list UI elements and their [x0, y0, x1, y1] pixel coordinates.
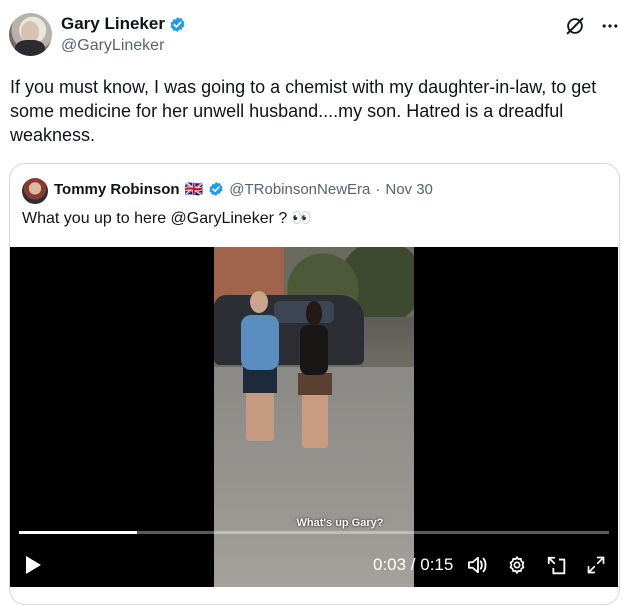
quote-handle[interactable]: @TRobinsonNewEra — [229, 181, 370, 198]
video-caption: What's up Gary? — [296, 517, 384, 529]
video-man-shirt — [241, 315, 279, 370]
quote-author-row: Tommy Robinson 🇬🇧 @TRobinsonNewEra · Nov… — [54, 180, 433, 199]
author-name-row[interactable]: Gary Lineker — [61, 14, 186, 34]
fullscreen-icon[interactable] — [586, 555, 606, 575]
grok-icon[interactable] — [564, 15, 586, 37]
video-woman-legs — [302, 393, 328, 448]
quote-separator: · — [375, 180, 381, 198]
picture-in-picture-icon[interactable] — [546, 555, 568, 577]
quote-author-name[interactable]: Tommy Robinson — [54, 181, 180, 198]
video-man-head — [250, 291, 268, 313]
tweet-text: If you must know, I was going to a chemi… — [10, 77, 597, 145]
more-options-icon[interactable] — [600, 16, 620, 36]
video-player[interactable]: What's up Gary? 0:03 / 0:15 — [10, 247, 618, 587]
play-icon[interactable] — [24, 555, 42, 575]
author-handle[interactable]: @GaryLineker — [61, 37, 164, 55]
author-name[interactable]: Gary Lineker — [61, 14, 165, 34]
video-woman-skirt — [298, 373, 332, 395]
avatar[interactable] — [9, 13, 52, 56]
video-man-legs — [246, 391, 274, 441]
video-progress-bar[interactable] — [19, 531, 609, 534]
uk-flag-icon: 🇬🇧 — [184, 181, 204, 198]
header-actions — [564, 15, 620, 37]
avatar-shirt — [15, 40, 45, 56]
quote-date[interactable]: Nov 30 — [385, 181, 433, 198]
video-frame — [214, 247, 414, 587]
verified-badge-icon — [209, 182, 223, 196]
settings-icon[interactable] — [507, 555, 527, 575]
video-car-window — [274, 301, 334, 323]
video-woman-head — [306, 301, 322, 325]
video-man-shorts — [243, 367, 277, 393]
volume-icon[interactable] — [467, 555, 489, 575]
video-woman-top — [300, 325, 328, 375]
video-controls: 0:03 / 0:15 — [10, 547, 618, 581]
video-wall — [214, 247, 284, 302]
verified-badge-icon — [170, 16, 185, 32]
video-time: 0:03 / 0:15 — [373, 555, 454, 574]
quote-avatar[interactable] — [22, 178, 48, 204]
quote-text: What you up to here @GaryLineker ? 👀 — [22, 210, 312, 227]
video-progress-fill — [19, 531, 137, 534]
